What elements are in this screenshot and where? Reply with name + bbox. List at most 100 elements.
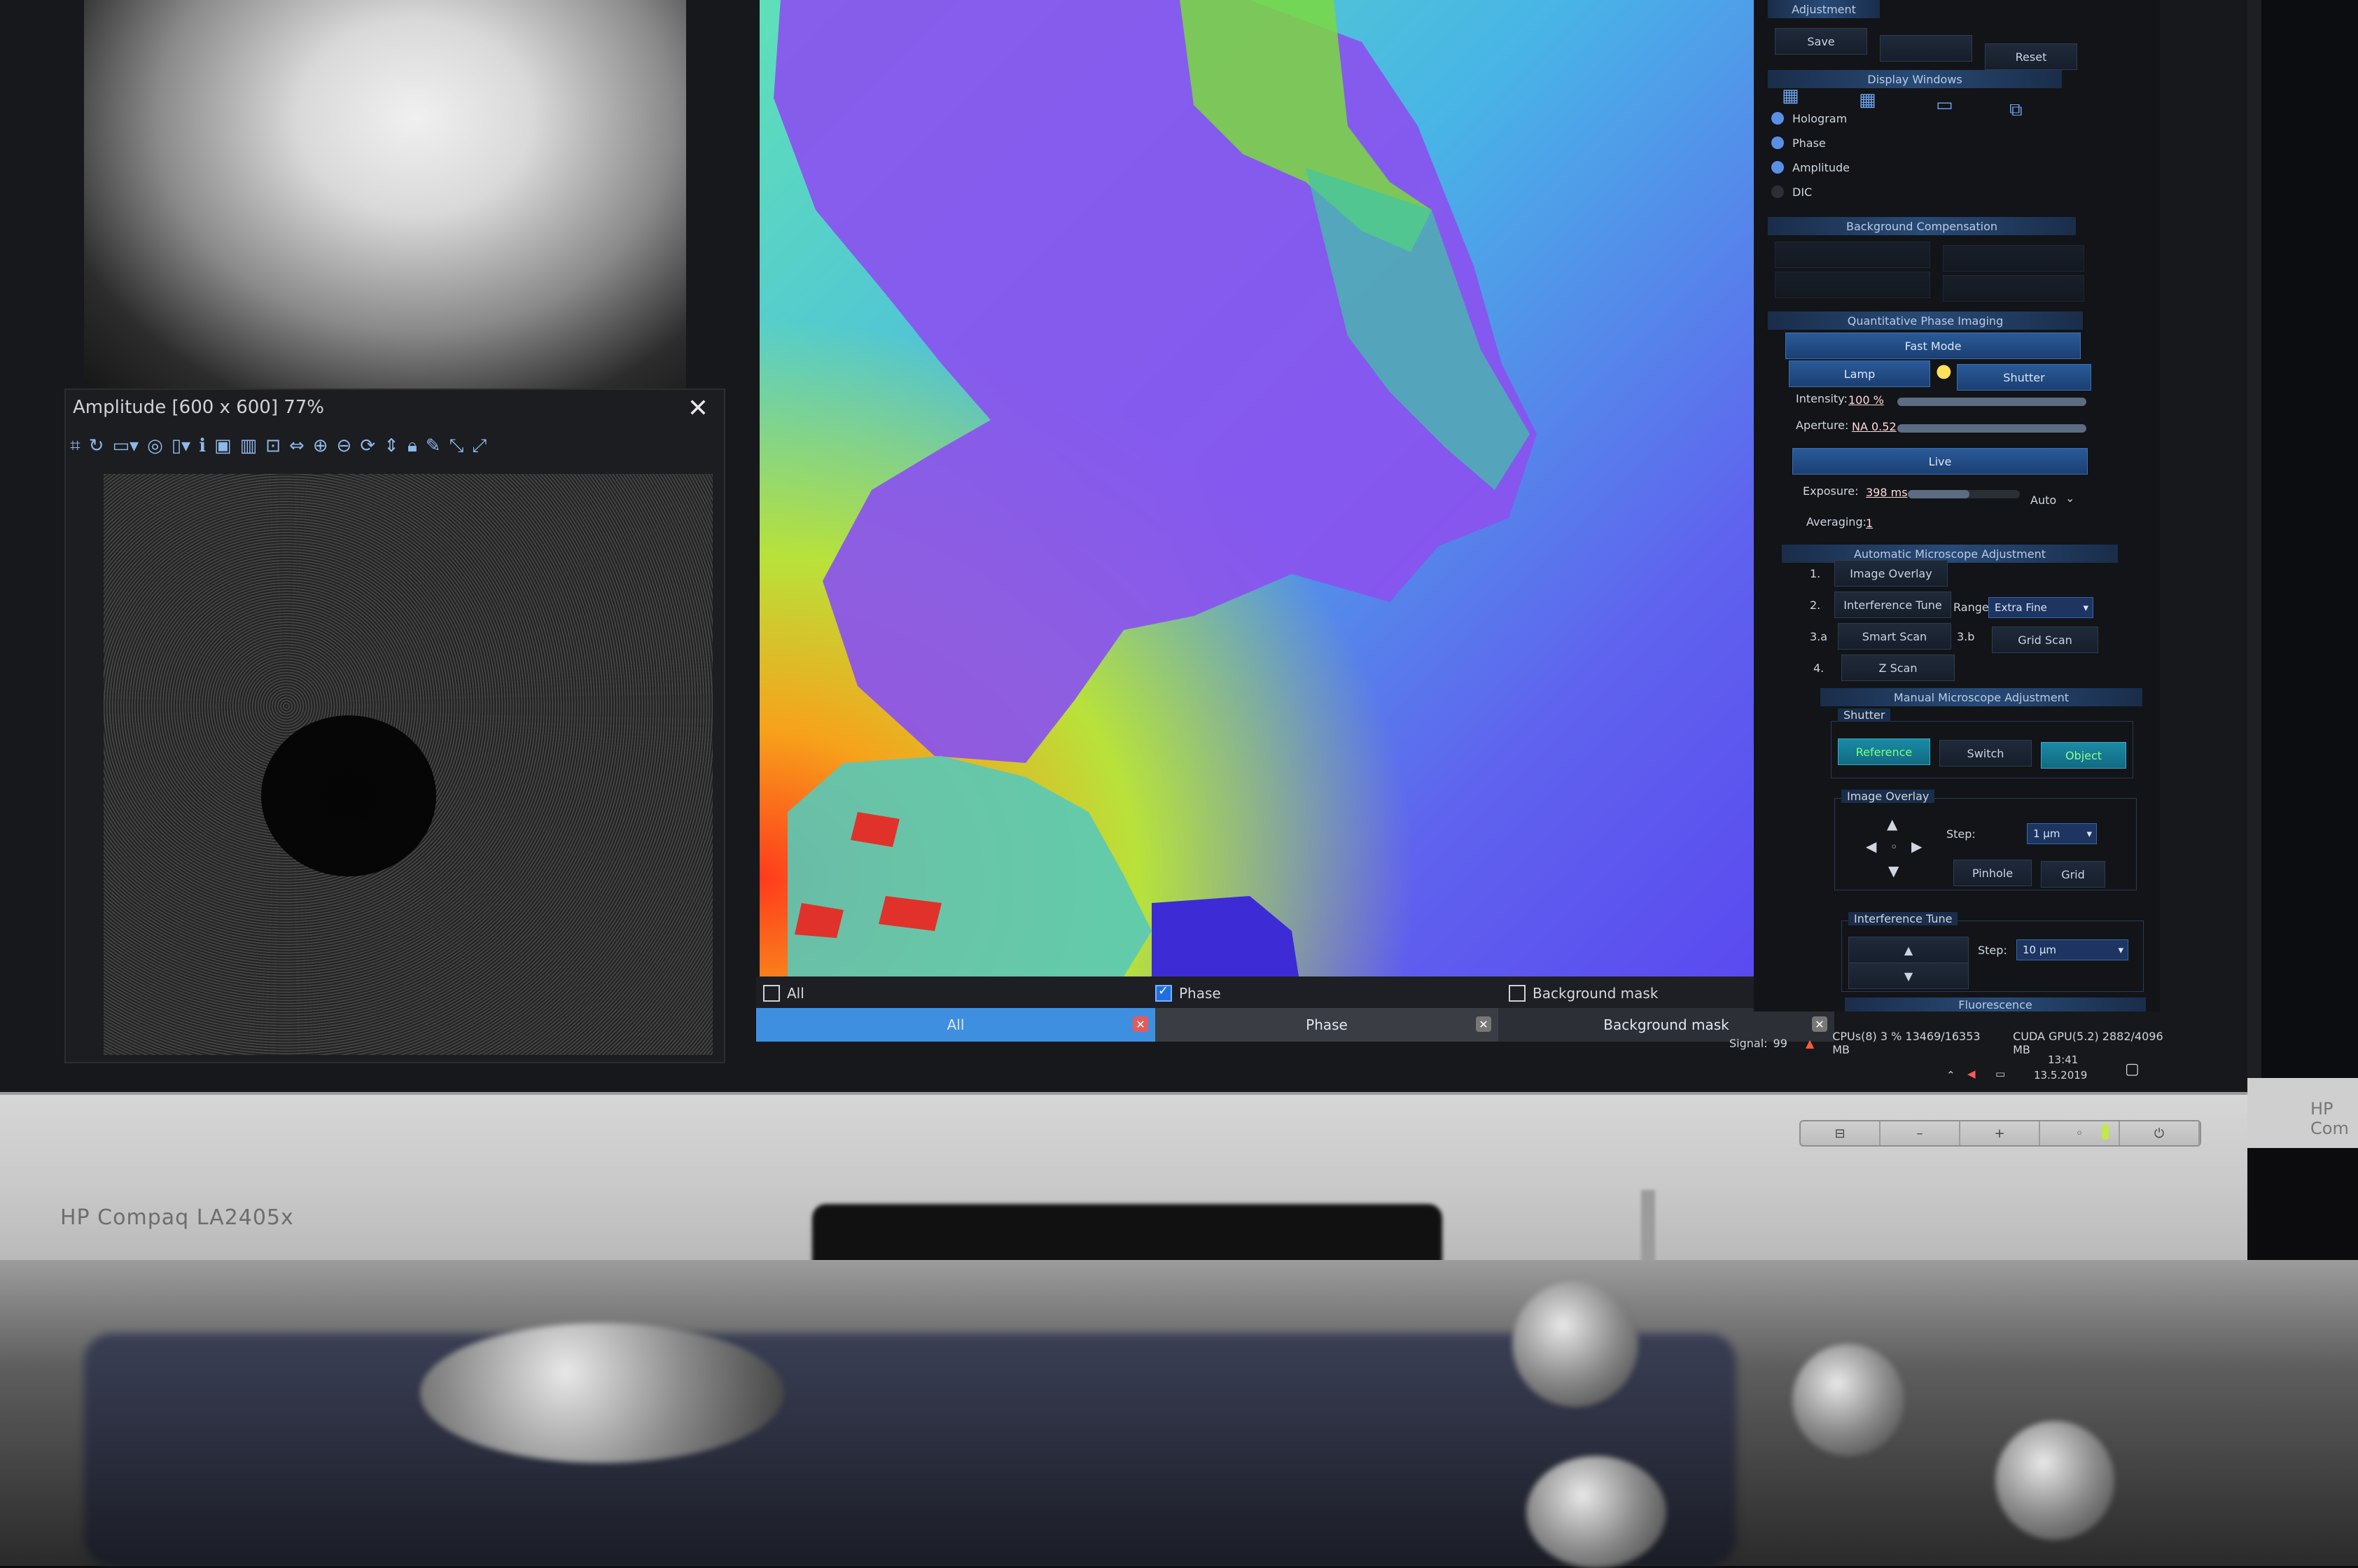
interference-tune-group-label: Interference Tune bbox=[1848, 912, 1958, 925]
dic-indicator[interactable] bbox=[1771, 186, 1784, 198]
zoom-1-1-icon[interactable]: ⊡ bbox=[265, 435, 281, 456]
step-3a-number: 3.a bbox=[1810, 630, 1828, 643]
chevron-down-icon[interactable]: ⌄ bbox=[2065, 491, 2074, 505]
lock-icon[interactable]: 🔒︎ bbox=[407, 435, 417, 457]
background-mask-checkbox-box[interactable] bbox=[1509, 985, 1526, 1002]
exposure-slider[interactable] bbox=[1908, 490, 2020, 498]
reference-button[interactable]: Reference bbox=[1838, 738, 1930, 765]
monitor-power-button[interactable]: ⏻ bbox=[2120, 1121, 2200, 1145]
pinhole-button[interactable]: Pinhole bbox=[1953, 860, 2032, 886]
monitor-minus-button[interactable]: – bbox=[1881, 1121, 1960, 1145]
rotate-icon[interactable]: ↻ bbox=[89, 435, 104, 456]
background-mask-checkbox[interactable]: Background mask bbox=[1509, 985, 1658, 1002]
amplitude-window[interactable]: Amplitude [600 x 600] 77% ✕ ⌗ ↻ ▭▾ ◎ ▯▾ … bbox=[64, 388, 725, 1063]
bgc-compensate-button[interactable] bbox=[1775, 272, 1930, 298]
phase-checkbox-box[interactable] bbox=[1155, 983, 1172, 1002]
bgc-mode-dropdown[interactable] bbox=[1943, 245, 2084, 272]
range-select[interactable]: Extra Fine ▾ bbox=[1988, 597, 2093, 618]
power-led bbox=[2102, 1124, 2109, 1140]
close-icon[interactable]: ✕ bbox=[1133, 1016, 1148, 1032]
live-button[interactable]: Live bbox=[1792, 448, 2088, 475]
refresh-icon[interactable]: ⟳ bbox=[360, 435, 375, 456]
tab-all[interactable]: All ✕ bbox=[756, 1008, 1155, 1042]
arrow-right-icon[interactable]: ▶ bbox=[1911, 838, 1922, 855]
switch-button[interactable]: Switch bbox=[1939, 740, 2032, 766]
layout-cascade-icon[interactable]: ⧉ bbox=[2009, 99, 2023, 121]
close-icon[interactable]: ✕ bbox=[688, 394, 709, 423]
clock-date[interactable]: 13.5.2019 bbox=[2034, 1069, 2087, 1082]
all-checkbox-box[interactable] bbox=[763, 985, 780, 1002]
aperture-slider[interactable] bbox=[1897, 424, 2086, 433]
grid-scan-button[interactable]: Grid Scan bbox=[1992, 626, 2098, 653]
network-icon[interactable]: ▭ bbox=[1995, 1068, 2005, 1080]
info-icon[interactable]: ℹ bbox=[199, 435, 206, 456]
aperture-value[interactable]: NA 0.52 bbox=[1852, 420, 1897, 433]
tab-phase[interactable]: Phase ✕ bbox=[1155, 1008, 1498, 1042]
close-icon[interactable]: ✕ bbox=[1476, 1016, 1491, 1032]
eye-icon[interactable]: ◎ bbox=[147, 435, 163, 456]
display-item-amplitude[interactable]: Amplitude bbox=[1792, 161, 1850, 174]
image-overlay-button[interactable]: Image Overlay bbox=[1834, 560, 1948, 587]
smart-scan-button[interactable]: Smart Scan bbox=[1838, 623, 1951, 650]
arrow-left-icon[interactable]: ◀ bbox=[1866, 838, 1876, 855]
interference-tune-button[interactable]: Interference Tune bbox=[1834, 592, 1951, 618]
z-scan-button[interactable]: Z Scan bbox=[1841, 654, 1955, 681]
all-checkbox[interactable]: All bbox=[763, 985, 804, 1002]
intensity-slider[interactable] bbox=[1897, 398, 2086, 406]
tune-step-select[interactable]: 10 µm ▾ bbox=[2016, 939, 2128, 960]
display-item-hologram[interactable]: Hologram bbox=[1792, 112, 1847, 125]
amplitude-window-title: Amplitude [600 x 600] 77% bbox=[73, 397, 325, 418]
bgc-extra-button[interactable] bbox=[1943, 275, 2084, 302]
layout-quad-icon[interactable]: ▦ bbox=[1859, 90, 1876, 111]
reset-button[interactable]: Reset bbox=[1985, 43, 2077, 70]
signal-label: Signal: bbox=[1729, 1036, 1768, 1050]
blank-button[interactable] bbox=[1880, 35, 1972, 62]
exposure-value[interactable]: 398 ms bbox=[1866, 486, 1908, 499]
monitor-plus-button[interactable]: + bbox=[1960, 1121, 2040, 1145]
colormap-dropdown-icon[interactable]: ▭▾ bbox=[112, 435, 139, 456]
select-tool-icon[interactable]: ⌗ bbox=[70, 435, 81, 457]
phase-checkbox[interactable]: Phase bbox=[1155, 983, 1221, 1002]
arrow-up-icon: ▲ bbox=[1904, 943, 1913, 957]
volume-icon[interactable]: ◀ bbox=[1967, 1068, 1976, 1080]
arrow-down-icon[interactable]: ▼ bbox=[1888, 862, 1899, 879]
notification-icon[interactable]: ▢ bbox=[2125, 1060, 2140, 1078]
layout-grid-icon[interactable]: ▦ bbox=[1782, 85, 1799, 106]
zoom-in-icon[interactable]: ⊕ bbox=[313, 435, 328, 456]
fit-height-icon[interactable]: ⇕ bbox=[384, 435, 399, 456]
shutter-button[interactable]: Shutter bbox=[1957, 364, 2091, 391]
monitor-input-button[interactable]: ⊟ bbox=[1801, 1121, 1881, 1145]
measure-icon[interactable]: ⤡ bbox=[449, 435, 464, 457]
center-icon[interactable]: ◦ bbox=[1890, 840, 1898, 855]
overlay-step-select[interactable]: 1 µm ▾ bbox=[2027, 823, 2097, 844]
exposure-mode[interactable]: Auto bbox=[2030, 493, 2056, 507]
lamp-button[interactable]: Lamp bbox=[1789, 360, 1930, 387]
arrow-up-icon[interactable]: ▲ bbox=[1887, 816, 1897, 832]
phase-indicator[interactable] bbox=[1771, 136, 1784, 149]
zoom-out-icon[interactable]: ⊖ bbox=[337, 435, 352, 456]
ruler-icon[interactable]: ✎ bbox=[426, 435, 441, 456]
layer-dropdown-icon[interactable]: ▯▾ bbox=[172, 435, 190, 456]
bgc-option-dropdown[interactable] bbox=[1775, 241, 1930, 268]
layout-single-icon[interactable]: ▭ bbox=[1936, 94, 1953, 115]
display-item-phase[interactable]: Phase bbox=[1792, 136, 1826, 150]
fit-width-icon[interactable]: ⇔ bbox=[289, 435, 305, 456]
tune-up-button[interactable]: ▲ bbox=[1848, 937, 1969, 963]
expand-icon[interactable]: ⤢ bbox=[472, 435, 487, 457]
averaging-value[interactable]: 1 bbox=[1866, 517, 1873, 530]
columns-icon[interactable]: ▥ bbox=[240, 435, 258, 456]
fast-mode-button[interactable]: Fast Mode bbox=[1785, 332, 2081, 359]
hologram-indicator[interactable] bbox=[1771, 112, 1784, 125]
clock-time[interactable]: 13:41 bbox=[2048, 1054, 2078, 1066]
intensity-value[interactable]: 100 % bbox=[1848, 393, 1884, 407]
monitor-buttons: ⊟ – + ◦ ⏻ bbox=[1799, 1120, 2201, 1147]
display-item-dic[interactable]: DIC bbox=[1792, 186, 1812, 199]
chevron-up-icon[interactable]: ⌃ bbox=[1946, 1069, 1955, 1082]
chevron-down-icon: ▾ bbox=[2118, 944, 2123, 956]
save-icon[interactable]: ▣ bbox=[214, 435, 232, 456]
save-button[interactable]: Save bbox=[1775, 28, 1867, 55]
grid-button[interactable]: Grid bbox=[2041, 861, 2105, 888]
amplitude-indicator[interactable] bbox=[1771, 161, 1784, 174]
object-button[interactable]: Object bbox=[2041, 742, 2126, 769]
tune-down-button[interactable]: ▼ bbox=[1848, 962, 1969, 989]
